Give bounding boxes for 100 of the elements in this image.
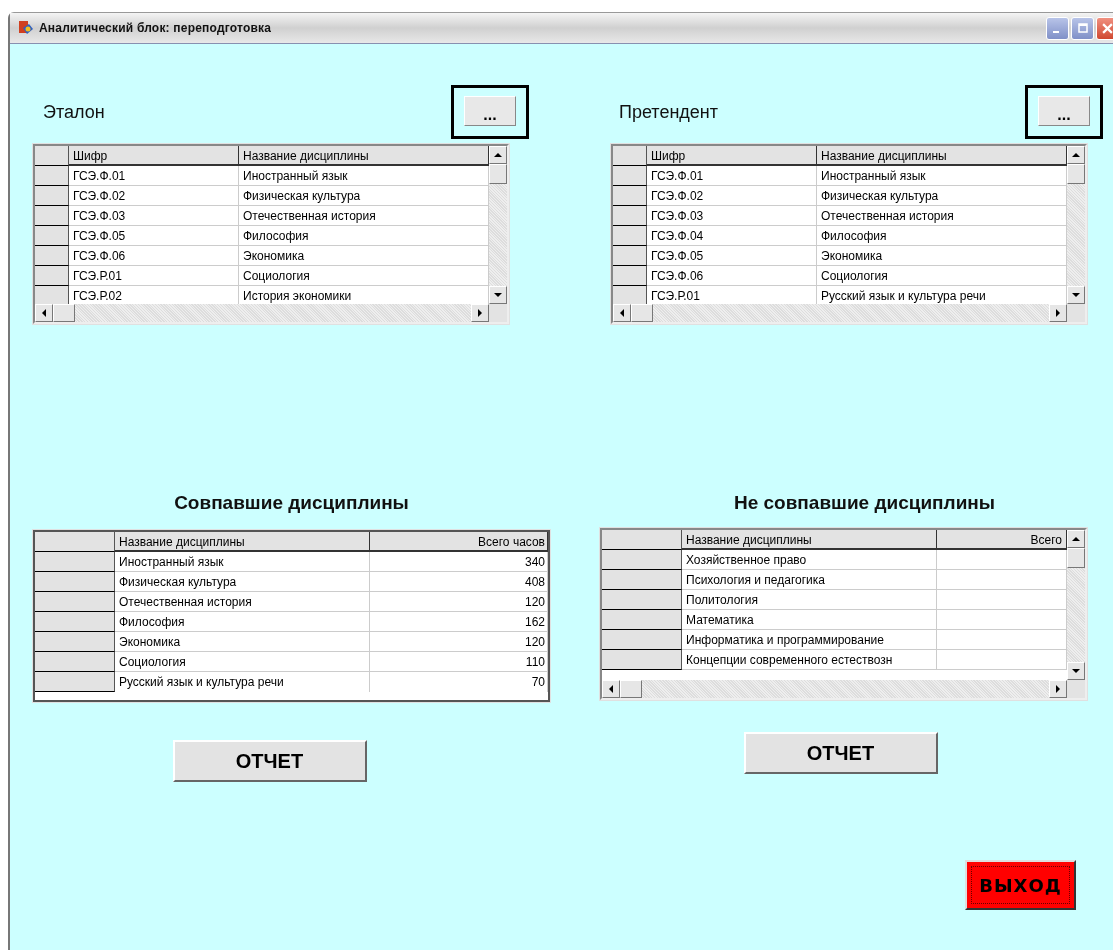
table-cell: ГСЭ.Ф.05 (69, 226, 239, 246)
row-header (613, 146, 647, 166)
table-cell: Физическая культура (817, 186, 1067, 206)
table-cell: ГСЭ.Ф.06 (69, 246, 239, 266)
up-arrow-icon (1072, 151, 1080, 159)
table-cell: Отечественная история (115, 592, 370, 612)
column-header[interactable]: Всего (937, 530, 1067, 550)
table-cell: ГСЭ.Ф.06 (647, 266, 817, 286)
scroll-left-button[interactable] (35, 304, 53, 322)
row-header (35, 246, 69, 266)
column-header[interactable]: Название дисциплины (115, 532, 370, 552)
column-header[interactable]: Название дисциплины (682, 530, 937, 550)
maximize-button[interactable] (1071, 16, 1094, 40)
table-cell: Политология (682, 590, 937, 610)
column-header[interactable]: Шифр (647, 146, 817, 166)
row-header (35, 146, 69, 166)
table-cell: Экономика (239, 246, 489, 266)
table-cell: Концепции современного естествозн (682, 650, 937, 670)
scrollbar-thumb[interactable] (53, 304, 75, 322)
minimize-icon (1053, 31, 1059, 33)
minimize-button[interactable] (1046, 16, 1069, 40)
table-cell: Иностранный язык (115, 552, 370, 572)
scrollbar-thumb[interactable] (631, 304, 653, 322)
table-cell: ГСЭ.Ф.01 (69, 166, 239, 186)
report-button[interactable]: ОТЧЕТ (743, 732, 938, 774)
scroll-up-button[interactable] (1067, 530, 1085, 548)
table-cell: Социология (115, 652, 370, 672)
horizontal-scrollbar[interactable] (613, 304, 1085, 322)
vertical-scrollbar[interactable] (1067, 530, 1085, 680)
vertical-scrollbar[interactable] (489, 146, 507, 304)
table-cell: 408 (370, 572, 548, 592)
column-header[interactable]: Всего часов (370, 532, 548, 552)
right-arrow-icon (476, 309, 484, 317)
scroll-left-button[interactable] (613, 304, 631, 322)
scrollbar-thumb[interactable] (620, 680, 642, 698)
scrollbar-thumb[interactable] (1067, 164, 1085, 184)
table-cell: Физическая культура (239, 186, 489, 206)
down-arrow-icon (1072, 291, 1080, 299)
table-cell: Русский язык и культура речи (115, 672, 370, 692)
row-header (613, 266, 647, 286)
column-header[interactable]: Шифр (69, 146, 239, 166)
table-cell: Экономика (817, 246, 1067, 266)
row-header (35, 166, 69, 186)
app-icon (18, 20, 34, 36)
row-header (35, 266, 69, 286)
row-header (35, 226, 69, 246)
table-cell: 120 (370, 592, 548, 612)
vertical-scrollbar[interactable] (1067, 146, 1085, 304)
table-cell: Социология (239, 266, 489, 286)
table-cell: Информатика и программирование (682, 630, 937, 650)
horizontal-scrollbar[interactable] (602, 680, 1085, 698)
row-header (35, 186, 69, 206)
browse-button[interactable]: ... (464, 96, 516, 126)
row-header (613, 206, 647, 226)
exit-button[interactable]: ВЫХОД (965, 860, 1076, 910)
scroll-down-button[interactable] (1067, 662, 1085, 680)
report-button[interactable]: ОТЧЕТ (172, 740, 367, 782)
close-button[interactable] (1096, 16, 1113, 40)
table-cell: Социология (817, 266, 1067, 286)
column-header[interactable]: Название дисциплины (239, 146, 489, 166)
row-header (613, 246, 647, 266)
scroll-right-button[interactable] (1049, 680, 1067, 698)
table-cell: Физическая культура (115, 572, 370, 592)
row-header (35, 206, 69, 226)
browse-button[interactable]: ... (1038, 96, 1090, 126)
scrollbar-thumb[interactable] (1067, 548, 1085, 568)
horizontal-scrollbar[interactable] (35, 304, 507, 322)
table-cell: 162 (370, 612, 548, 632)
table-cell: Отечественная история (817, 206, 1067, 226)
table-cell: ГСЭ.Ф.05 (647, 246, 817, 266)
table-cell: Иностранный язык (817, 166, 1067, 186)
table-cell: Философия (115, 612, 370, 632)
table-cell: ГСЭ.Ф.03 (647, 206, 817, 226)
scroll-down-button[interactable] (1067, 286, 1085, 304)
right-arrow-icon (1054, 309, 1062, 317)
table-cell: ГСЭ.Ф.02 (69, 186, 239, 206)
table-cell: ГСЭ.Ф.03 (69, 206, 239, 226)
panel-title: Эталон (43, 101, 105, 123)
scroll-up-button[interactable] (489, 146, 507, 164)
table-cell: Философия (239, 226, 489, 246)
scrollbar-thumb[interactable] (489, 164, 507, 184)
scroll-left-button[interactable] (602, 680, 620, 698)
table-cell: ГСЭ.Р.01 (69, 266, 239, 286)
scroll-down-button[interactable] (489, 286, 507, 304)
table-cell: 70 (370, 672, 548, 692)
down-arrow-icon (494, 291, 502, 299)
close-icon (1102, 22, 1113, 34)
scroll-right-button[interactable] (1049, 304, 1067, 322)
table-cell: 110 (370, 652, 548, 672)
left-arrow-icon (40, 309, 48, 317)
window-title: Аналитический блок: переподготовка (39, 21, 272, 35)
scroll-right-button[interactable] (471, 304, 489, 322)
left-arrow-icon (618, 309, 626, 317)
table-cell: Математика (682, 610, 937, 630)
column-header[interactable]: Название дисциплины (817, 146, 1067, 166)
table-cell: ГСЭ.Ф.02 (647, 186, 817, 206)
scroll-up-button[interactable] (1067, 146, 1085, 164)
row-header (613, 226, 647, 246)
table-cell: Отечественная история (239, 206, 489, 226)
row-header (35, 286, 69, 304)
